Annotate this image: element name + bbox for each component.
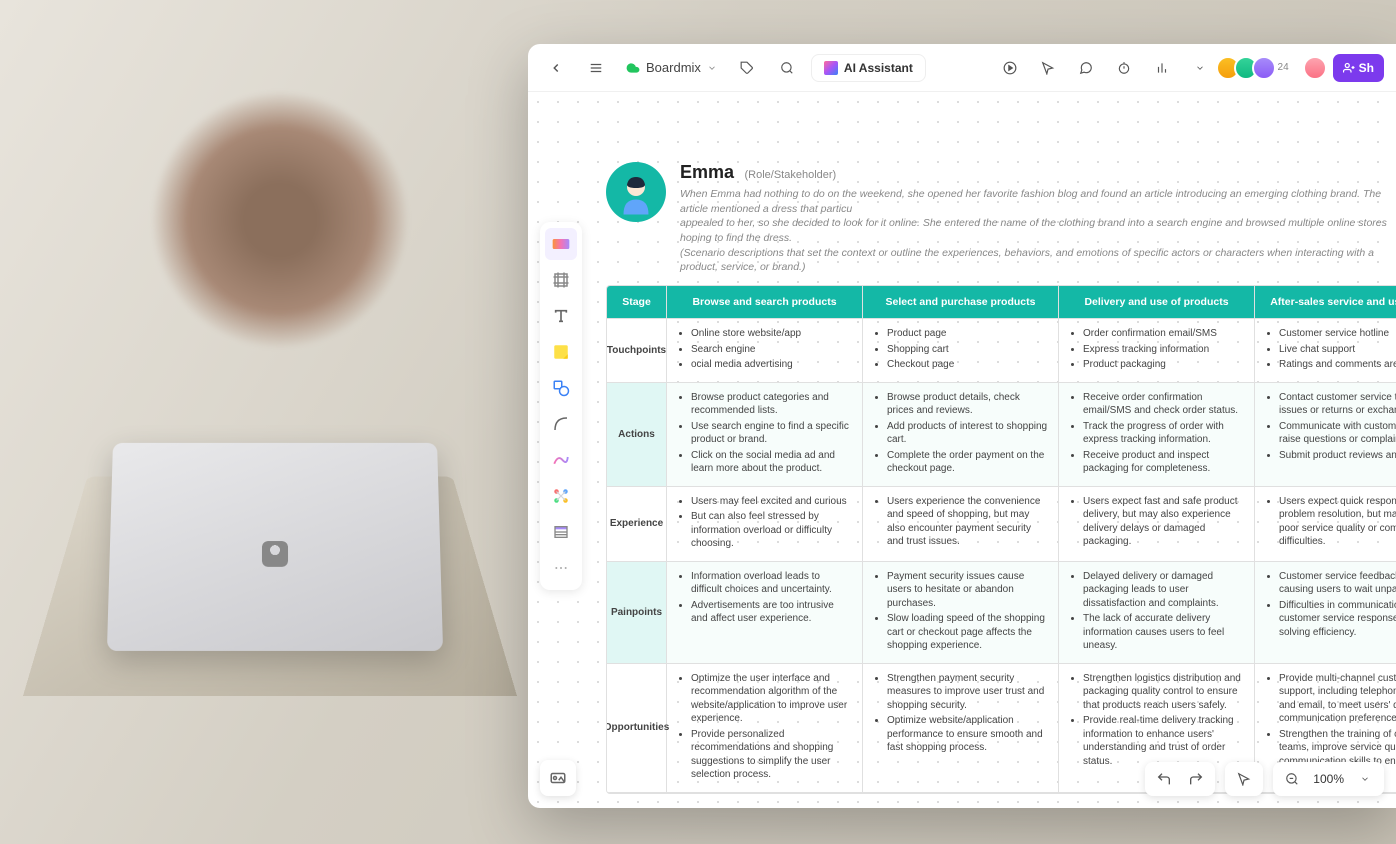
share-button[interactable]: Sh <box>1333 54 1384 82</box>
back-button[interactable] <box>540 52 572 84</box>
tool-shape[interactable] <box>545 372 577 404</box>
table-cell: Online store website/appSearch engineoci… <box>667 319 863 383</box>
tool-pen[interactable] <box>545 444 577 476</box>
persona-header: Emma (Role/Stakeholder) When Emma had no… <box>606 162 1396 275</box>
share-icon <box>1343 62 1355 74</box>
table-cell: Product pageShopping cartCheckout page <box>863 319 1059 383</box>
tag-button[interactable] <box>731 52 763 84</box>
canvas[interactable]: Emma (Role/Stakeholder) When Emma had no… <box>528 92 1396 808</box>
table-cell: Users may feel excited and curiousBut ca… <box>667 487 863 562</box>
persona-avatar <box>606 162 666 222</box>
tool-sticky-note[interactable] <box>545 228 577 260</box>
top-toolbar: Boardmix AI Assistant <box>528 44 1396 92</box>
chevron-down-icon <box>707 63 717 73</box>
cursor-button[interactable] <box>1233 768 1255 790</box>
ai-logo-icon <box>824 61 838 75</box>
row-label: Touchpoints <box>607 319 667 383</box>
table-cell: Contact customer service to resol issues… <box>1255 383 1396 487</box>
zoom-level: 100% <box>1313 772 1344 786</box>
table-cell: Order confirmation email/SMSExpress trac… <box>1059 319 1255 383</box>
persona-card: Emma (Role/Stakeholder) When Emma had no… <box>606 162 1396 794</box>
zoom-dropdown[interactable] <box>1354 768 1376 790</box>
table-cell: Payment security issues cause users to h… <box>863 562 1059 664</box>
undo-button[interactable] <box>1153 768 1175 790</box>
play-button[interactable] <box>994 52 1026 84</box>
table-header: After-sales service and user feed <box>1255 286 1396 319</box>
collaborator-count: 24 <box>1278 62 1289 73</box>
table-cell: Users expect fast and safe product deliv… <box>1059 487 1255 562</box>
tool-more[interactable] <box>545 552 577 584</box>
row-label: Experience <box>607 487 667 562</box>
file-name-text: Boardmix <box>646 60 701 75</box>
tool-note[interactable] <box>545 336 577 368</box>
ai-assistant-label: AI Assistant <box>844 61 913 75</box>
table-cell: Users experience the convenience and spe… <box>863 487 1059 562</box>
table-header: Stage <box>607 286 667 319</box>
share-label: Sh <box>1359 61 1374 75</box>
table-header: Browse and search products <box>667 286 863 319</box>
table-cell: Customer service hotlineLive chat suppor… <box>1255 319 1396 383</box>
row-label: Painpoints <box>607 562 667 664</box>
table-cell: Strengthen payment security measures to … <box>863 664 1059 793</box>
collaborator-avatars[interactable]: 24 <box>1222 56 1289 80</box>
zoom-out-button[interactable] <box>1281 768 1303 790</box>
tool-frame[interactable] <box>545 264 577 296</box>
right-toolbar: 24 Sh <box>994 52 1384 84</box>
timer-button[interactable] <box>1108 52 1140 84</box>
pointer-button[interactable] <box>1032 52 1064 84</box>
table-cell: Optimize the user interface and recommen… <box>667 664 863 793</box>
journey-map-table: StageBrowse and search productsSelect an… <box>606 285 1396 794</box>
menu-button[interactable] <box>580 52 612 84</box>
table-cell: Users expect quick responses and problem… <box>1255 487 1396 562</box>
table-header: Select and purchase products <box>863 286 1059 319</box>
tool-table[interactable] <box>545 516 577 548</box>
row-label: Opportunities <box>607 664 667 793</box>
persona-description: When Emma had nothing to do on the weeke… <box>680 187 1396 275</box>
persona-name: Emma <box>680 162 734 182</box>
table-header: Delivery and use of products <box>1059 286 1255 319</box>
avatar <box>1252 56 1276 80</box>
user-avatar[interactable] <box>1303 56 1327 80</box>
persona-role: (Role/Stakeholder) <box>744 169 836 181</box>
chart-button[interactable] <box>1146 52 1178 84</box>
search-button[interactable] <box>771 52 803 84</box>
table-cell: Receive order confirmation email/SMS and… <box>1059 383 1255 487</box>
laptop-illustration <box>107 443 443 651</box>
row-label: Actions <box>607 383 667 487</box>
left-toolbar <box>540 222 582 590</box>
app-window: Boardmix AI Assistant <box>528 44 1396 808</box>
comment-button[interactable] <box>1070 52 1102 84</box>
tool-text[interactable] <box>545 300 577 332</box>
bottom-toolbar: 100% <box>1145 762 1384 796</box>
tool-connector[interactable] <box>545 408 577 440</box>
file-name[interactable]: Boardmix <box>620 60 723 75</box>
table-cell: Customer service feedback takes t causin… <box>1255 562 1396 664</box>
ai-assistant-button[interactable]: AI Assistant <box>811 54 926 82</box>
redo-button[interactable] <box>1185 768 1207 790</box>
tool-mindmap[interactable] <box>545 480 577 512</box>
table-cell: Delayed delivery or damaged packaging le… <box>1059 562 1255 664</box>
table-cell: Browse product details, check prices and… <box>863 383 1059 487</box>
layers-button[interactable] <box>540 760 576 796</box>
table-cell: Information overload leads to difficult … <box>667 562 863 664</box>
table-cell: Browse product categories and recommende… <box>667 383 863 487</box>
more-tools-button[interactable] <box>1184 52 1216 84</box>
cloud-icon <box>626 61 640 75</box>
